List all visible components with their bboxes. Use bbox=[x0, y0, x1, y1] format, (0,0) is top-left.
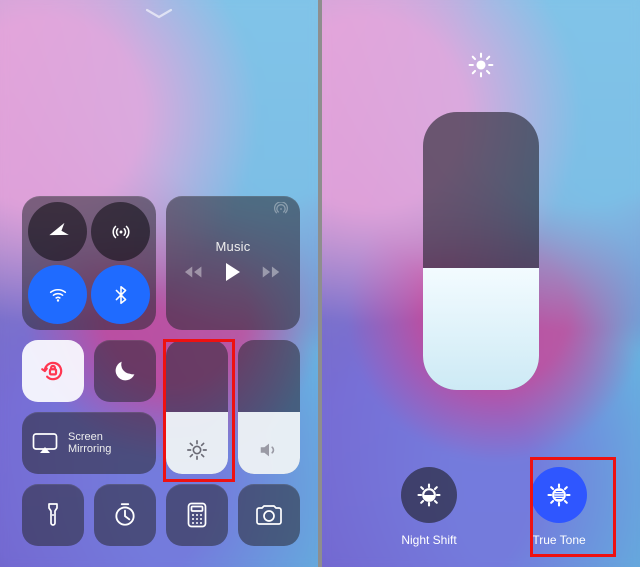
flashlight-button[interactable] bbox=[22, 484, 84, 546]
true-tone-label: True Tone bbox=[514, 533, 604, 547]
wifi-button[interactable] bbox=[28, 265, 87, 324]
night-shift-label: Night Shift bbox=[384, 533, 474, 547]
media-title: Music bbox=[216, 239, 251, 254]
night-shift-button[interactable]: Night Shift bbox=[384, 467, 474, 547]
media-next-button[interactable] bbox=[260, 264, 282, 285]
grabber-icon[interactable] bbox=[145, 8, 173, 20]
orientation-lock-button[interactable] bbox=[22, 340, 84, 402]
true-tone-button[interactable]: True Tone bbox=[514, 467, 604, 547]
brightness-slider-large[interactable] bbox=[423, 112, 539, 390]
connectivity-group bbox=[22, 196, 156, 330]
volume-slider[interactable] bbox=[238, 340, 300, 474]
brightness-icon bbox=[186, 439, 208, 466]
media-controls-tile[interactable]: Music bbox=[166, 196, 300, 330]
control-center-panel: Music bbox=[0, 0, 318, 567]
do-not-disturb-button[interactable] bbox=[94, 340, 156, 402]
screen-mirroring-label-1: Screen bbox=[68, 431, 111, 443]
bluetooth-button[interactable] bbox=[91, 265, 150, 324]
calculator-button[interactable] bbox=[166, 484, 228, 546]
screen-mirroring-button[interactable]: Screen Mirroring bbox=[22, 412, 156, 474]
media-play-button[interactable] bbox=[224, 262, 242, 287]
media-prev-button[interactable] bbox=[184, 264, 206, 285]
timer-button[interactable] bbox=[94, 484, 156, 546]
volume-icon bbox=[258, 439, 280, 466]
brightness-expanded-panel: Night Shift True Tone bbox=[322, 0, 640, 567]
cellular-data-button[interactable] bbox=[91, 202, 150, 261]
airplay-indicator-icon bbox=[272, 202, 290, 221]
camera-button[interactable] bbox=[238, 484, 300, 546]
screen-mirroring-label-2: Mirroring bbox=[68, 443, 111, 455]
brightness-header-icon bbox=[468, 52, 494, 83]
airplane-mode-button[interactable] bbox=[28, 202, 87, 261]
brightness-slider[interactable] bbox=[166, 340, 228, 474]
